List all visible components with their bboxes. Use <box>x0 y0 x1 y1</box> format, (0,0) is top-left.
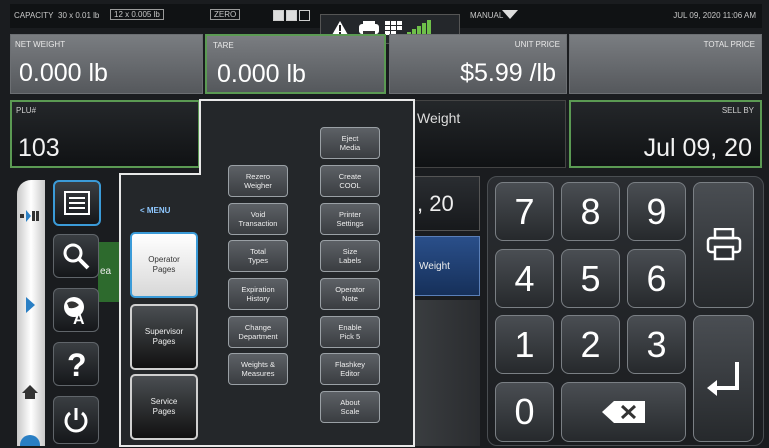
key-1[interactable]: 1 <box>495 315 554 374</box>
date-time: JUL 09, 2020 11:06 AM <box>673 11 756 20</box>
date-partial: , 20 <box>417 191 454 216</box>
weights-measures-button[interactable]: Weights & Measures <box>228 353 288 385</box>
net-weight-value: 0.000 lb <box>19 59 108 87</box>
capacity-range-1: 30 x 0.01 lb <box>58 11 100 20</box>
search-icon <box>63 243 90 270</box>
scale-icon[interactable] <box>20 208 40 224</box>
key-0[interactable]: 0 <box>495 382 554 442</box>
language-button[interactable]: A <box>53 288 99 332</box>
flashkey-editor-button[interactable]: Flashkey Editor <box>320 353 380 385</box>
enter-key[interactable] <box>693 315 754 442</box>
plu-value: 103 <box>18 134 60 162</box>
plu-label: PLU# <box>16 106 37 115</box>
help-button[interactable]: ? <box>53 342 99 386</box>
green-partial-panel[interactable]: ea <box>98 242 120 302</box>
net-weight-panel: NET WEIGHT 0.000 lb <box>10 34 203 94</box>
key-5[interactable]: 5 <box>561 249 620 308</box>
search-button[interactable] <box>53 234 99 278</box>
svg-text:?: ? <box>67 349 87 379</box>
unit-price-label: UNIT PRICE <box>514 40 560 49</box>
create-cool-button[interactable]: Create COOL <box>320 165 380 197</box>
home-icon[interactable] <box>21 384 39 400</box>
chevron-down-icon[interactable] <box>502 10 518 20</box>
sell-by-value: Jul 09, 20 <box>643 134 752 162</box>
sell-by-panel[interactable]: SELL BY Jul 09, 20 <box>569 100 762 168</box>
menu-list-icon <box>64 191 90 215</box>
eject-media-button[interactable]: Eject Media <box>320 127 380 159</box>
background-panel <box>414 300 480 446</box>
supervisor-pages-button[interactable]: Supervisor Pages <box>130 304 198 370</box>
key-9[interactable]: 9 <box>627 182 686 241</box>
svg-text:A: A <box>73 311 85 325</box>
menu-back-label[interactable]: < MENU <box>140 206 170 215</box>
capacity-range-2: 12 x 0.005 lb <box>110 9 164 20</box>
ea-partial: ea <box>100 266 112 277</box>
weight-button[interactable]: Weight <box>414 236 480 296</box>
indicator-square-icon <box>299 10 310 21</box>
key-6[interactable]: 6 <box>627 249 686 308</box>
mode-label: MANUAL <box>470 11 504 20</box>
rezero-weigher-button[interactable]: Rezero Weigher <box>228 165 288 197</box>
key-2[interactable]: 2 <box>561 315 620 374</box>
service-pages-button[interactable]: Service Pages <box>130 374 198 440</box>
tare-panel[interactable]: TARE 0.000 lb <box>205 34 386 94</box>
weight-button-label: Weight <box>419 261 450 272</box>
total-price-label: TOTAL PRICE <box>703 40 755 49</box>
net-weight-label: NET WEIGHT <box>15 40 66 49</box>
unit-price-panel[interactable]: UNIT PRICE $5.99 /lb <box>389 34 567 94</box>
arrow-right-icon[interactable] <box>24 296 36 314</box>
date-partial-panel[interactable]: , 20 <box>414 176 480 231</box>
enter-icon <box>706 361 739 396</box>
operator-note-button[interactable]: Operator Note <box>320 278 380 310</box>
tare-value: 0.000 lb <box>217 60 306 88</box>
print-key[interactable] <box>693 182 754 308</box>
backspace-key[interactable] <box>561 382 686 442</box>
capacity-label: CAPACITY <box>14 11 54 20</box>
unit-price-value: $5.99 /lb <box>460 59 556 87</box>
key-4[interactable]: 4 <box>495 249 554 308</box>
weight-panel: Weight <box>414 100 566 168</box>
operator-pages-button[interactable]: Operator Pages <box>130 232 198 298</box>
key-7[interactable]: 7 <box>495 182 554 241</box>
void-transaction-button[interactable]: Void Transaction <box>228 203 288 235</box>
weight-label: Weight <box>417 110 461 126</box>
backspace-icon <box>601 401 645 423</box>
printer-icon <box>706 228 741 261</box>
total-price-panel: TOTAL PRICE <box>569 34 762 94</box>
sell-by-label: SELL BY <box>721 106 754 115</box>
zero-indicator: ZERO <box>210 9 241 20</box>
power-icon <box>64 408 88 433</box>
expiration-history-button[interactable]: Expiration History <box>228 278 288 310</box>
tare-label: TARE <box>213 41 234 50</box>
printer-settings-button[interactable]: Printer Settings <box>320 203 380 235</box>
about-scale-button[interactable]: About Scale <box>320 391 380 423</box>
enable-pick5-button[interactable]: Enable Pick 5 <box>320 316 380 348</box>
indicator-square-icon <box>286 10 297 21</box>
menu-list-button[interactable] <box>53 180 101 226</box>
indicator-square-icon <box>273 10 284 21</box>
total-types-button[interactable]: Total Types <box>228 240 288 272</box>
key-3[interactable]: 3 <box>627 315 686 374</box>
help-icon: ? <box>67 349 87 379</box>
language-icon: A <box>64 297 85 325</box>
power-button[interactable] <box>53 396 99 444</box>
change-department-button[interactable]: Change Department <box>228 316 288 348</box>
size-labels-button[interactable]: Size Labels <box>320 240 380 272</box>
menu-popup: < MENU Operator Pages Supervisor Pages S… <box>120 100 414 446</box>
key-8[interactable]: 8 <box>561 182 620 241</box>
